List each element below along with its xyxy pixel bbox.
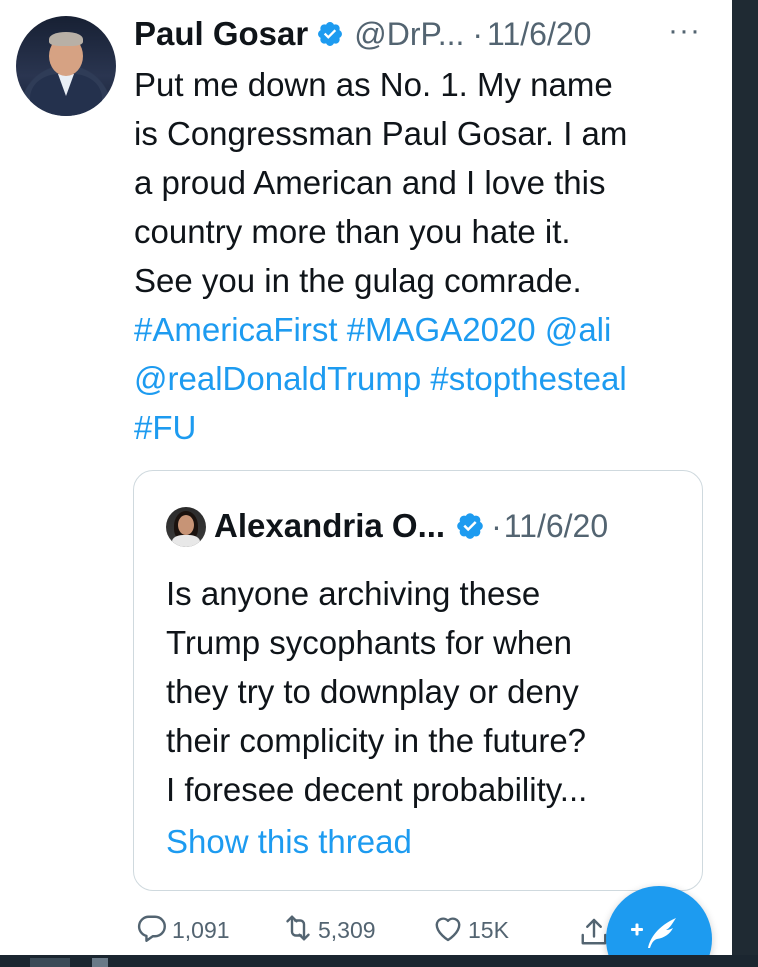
verified-badge-icon <box>455 511 485 541</box>
quoted-tweet-text: Is anyone archiving these Trump sycophan… <box>166 569 686 814</box>
mention-link[interactable]: @ali <box>545 311 612 348</box>
taskbar-item[interactable] <box>30 958 70 967</box>
quoted-text-line: I foresee decent probability... <box>166 771 588 808</box>
window-edge <box>732 0 758 967</box>
quoted-header-separator: · <box>491 507 502 544</box>
hashtag-link[interactable]: #FU <box>134 409 196 446</box>
quoted-text-line: they try to downplay or deny <box>166 673 579 710</box>
tweet-text-line: See you in the gulag comrade. <box>134 262 582 299</box>
tweet-header: Paul Gosar @DrP... · 11/6/20 ··· <box>134 12 700 56</box>
tweet-text-line: a proud American and I love this <box>134 164 606 201</box>
hashtag-line: #FU <box>134 403 724 452</box>
hashtag-link[interactable]: #stopthesteal <box>430 360 626 397</box>
like-count: 15K <box>468 916 509 943</box>
retweet-button[interactable]: 5,309 <box>280 906 376 954</box>
quoted-avatar-shirt <box>172 535 200 547</box>
quoted-tweet-header: Alexandria O... · 11/6/20 <box>214 503 608 549</box>
verified-badge-icon <box>316 20 344 48</box>
hashtag-link[interactable]: #AmericaFirst <box>134 311 338 348</box>
tweet-text-line: country more than you hate it. <box>134 213 571 250</box>
reply-icon <box>134 910 170 951</box>
quoted-text-line: Trump sycophants for when <box>166 624 572 661</box>
tweet-text-line: is Congressman Paul Gosar. I am <box>134 115 628 152</box>
hashtag-line: #AmericaFirst #MAGA2020 @ali <box>134 305 724 354</box>
quoted-text-line: their complicity in the future? <box>166 722 587 759</box>
taskbar <box>0 955 758 967</box>
more-options-icon[interactable]: ··· <box>668 14 701 48</box>
taskbar-item[interactable] <box>92 958 108 967</box>
like-button[interactable]: 15K <box>430 906 509 954</box>
author-name[interactable]: Paul Gosar <box>134 15 308 53</box>
author-avatar[interactable] <box>16 16 116 116</box>
quoted-tweet-card[interactable]: Alexandria O... · 11/6/20 Is anyone arch… <box>133 470 703 891</box>
hashtag-line: @realDonaldTrump #stopthesteal <box>134 354 724 403</box>
heart-icon <box>430 910 466 951</box>
retweet-icon <box>280 910 316 951</box>
mention-link[interactable]: @realDonaldTrump <box>134 360 421 397</box>
quoted-author-avatar <box>166 507 206 547</box>
avatar-hair <box>49 32 83 46</box>
author-handle[interactable]: @DrP... <box>354 16 464 53</box>
reply-button[interactable]: 1,091 <box>134 906 230 954</box>
quoted-author-name: Alexandria O... <box>214 507 446 544</box>
quoted-text-line: Is anyone archiving these <box>166 575 541 612</box>
screenshot-frame: Paul Gosar @DrP... · 11/6/20 ··· Put me … <box>0 0 758 967</box>
show-thread-link[interactable]: Show this thread <box>166 823 412 861</box>
quoted-avatar-face <box>178 515 194 535</box>
tweet-text-line: Put me down as No. 1. My name <box>134 66 613 103</box>
tweet-date[interactable]: 11/6/20 <box>487 16 591 53</box>
hashtag-link[interactable]: #MAGA2020 <box>347 311 536 348</box>
header-separator: · <box>472 15 484 52</box>
retweet-count: 5,309 <box>318 916 376 943</box>
quoted-tweet-date: 11/6/20 <box>503 507 609 544</box>
reply-count: 1,091 <box>172 916 230 943</box>
tweet-text: Put me down as No. 1. My name is Congres… <box>134 60 724 452</box>
